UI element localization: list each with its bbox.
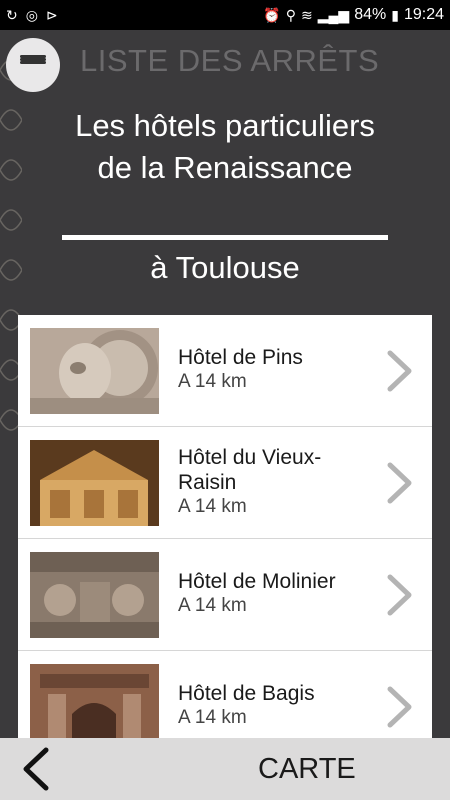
stop-thumbnail [30, 328, 159, 414]
stop-thumbnail [30, 664, 159, 738]
wifi-icon: ≋ [301, 7, 313, 23]
chevron-right-icon [387, 350, 412, 392]
stop-info: Hôtel de Bagis A 14 km [178, 681, 378, 730]
stop-thumbnail [30, 440, 159, 526]
hamburger-menu-icon [20, 55, 46, 75]
signal-icon: ▂▄▆ [317, 7, 350, 23]
sync-icon: ↻ [6, 7, 18, 23]
stop-name: Hôtel du Vieux-Raisin [178, 446, 322, 494]
chevron-right-icon [387, 574, 412, 616]
map-button[interactable]: CARTE [258, 753, 356, 786]
chevron-left-icon[interactable] [18, 746, 54, 792]
list-item[interactable]: Hôtel de Bagis A 14 km [18, 651, 432, 738]
stop-info: Hôtel de Molinier A 14 km [178, 569, 378, 618]
clock: 19:24 [403, 6, 444, 23]
data-saver-icon: ◎ [25, 7, 38, 23]
battery-icon: ▮ [391, 7, 399, 23]
bottom-bar: CARTE [0, 738, 450, 800]
stop-name: Hôtel de Bagis [178, 682, 315, 705]
location-icon: ⚲ [285, 7, 297, 23]
stop-distance: A 14 km [178, 707, 247, 728]
stop-name: Hôtel de Molinier [178, 570, 336, 593]
battery-percent: 84% [354, 6, 387, 23]
chevron-right-icon [387, 462, 412, 504]
stop-distance: A 14 km [178, 371, 247, 392]
stop-name: Hôtel de Pins [178, 346, 303, 369]
status-left: ↻ ◎ ⊳ [0, 8, 58, 22]
list-item[interactable]: Hôtel du Vieux-Raisin A 14 km [18, 427, 432, 539]
stop-info: Hôtel de Pins A 14 km [178, 345, 378, 394]
stops-list: Hôtel de Pins A 14 km Hôtel du Vieux-Rai… [18, 315, 432, 738]
title-divider [62, 235, 388, 240]
stop-distance: A 14 km [178, 595, 247, 616]
list-item[interactable]: Hôtel de Pins A 14 km [18, 315, 432, 427]
status-right: ⏰ ⚲ ≋ ▂▄▆ 84% ▮ 19:24 [263, 6, 450, 24]
list-item[interactable]: Hôtel de Molinier A 14 km [18, 539, 432, 651]
chevron-right-icon [387, 686, 412, 728]
alarm-icon: ⏰ [263, 7, 281, 23]
menu-button[interactable] [6, 38, 60, 92]
notification-icon: ⊳ [45, 7, 58, 23]
tour-subtitle: à Toulouse [150, 250, 300, 285]
stop-distance: A 14 km [178, 496, 247, 517]
stop-info: Hôtel du Vieux-Raisin A 14 km [178, 445, 378, 519]
page-title: LISTE DES ARRÊTS [80, 43, 380, 78]
status-bar: ↻ ◎ ⊳ ⏰ ⚲ ≋ ▂▄▆ 84% ▮ 19:24 [0, 0, 450, 30]
stop-thumbnail [30, 552, 159, 638]
tour-title: Les hôtels particuliers de la Renaissanc… [75, 108, 375, 185]
